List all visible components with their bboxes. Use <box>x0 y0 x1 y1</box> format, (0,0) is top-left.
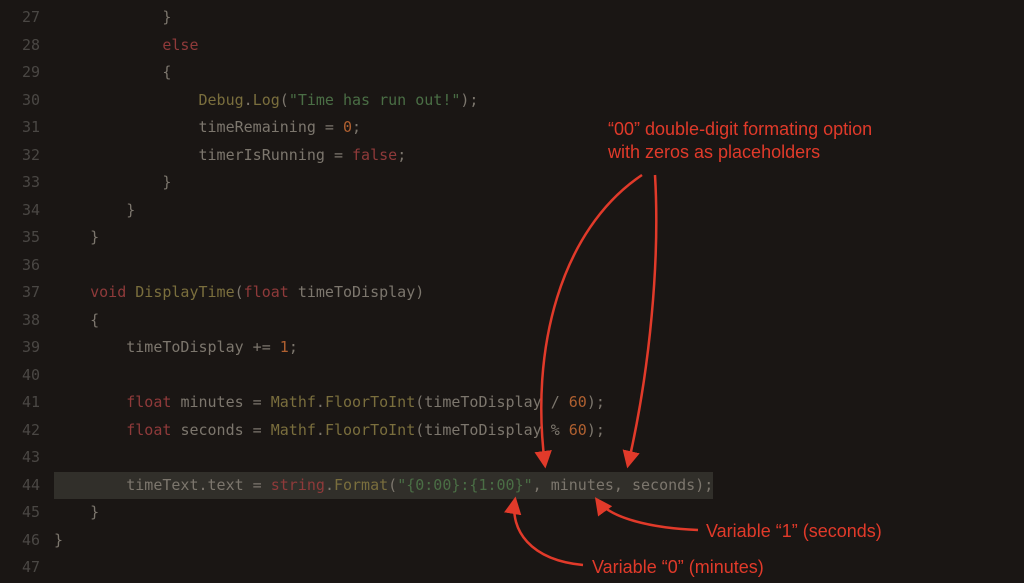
line-number: 46 <box>0 527 40 555</box>
code-line: timeRemaining = 0; <box>54 114 1024 142</box>
code-line: float minutes = Mathf.FloorToInt(timeToD… <box>54 389 1024 417</box>
code-line: void DisplayTime(float timeToDisplay) <box>54 279 1024 307</box>
code-line <box>54 362 1024 390</box>
code-content[interactable]: } else { Debug.Log("Time has run out!");… <box>54 0 1024 583</box>
code-line: timeToDisplay += 1; <box>54 334 1024 362</box>
code-line: float seconds = Mathf.FloorToInt(timeToD… <box>54 417 1024 445</box>
code-line <box>54 252 1024 280</box>
code-line: Debug.Log("Time has run out!"); <box>54 87 1024 115</box>
code-editor: 27 28 29 30 31 32 33 34 35 36 37 38 39 4… <box>0 0 1024 583</box>
line-number: 38 <box>0 307 40 335</box>
line-number: 42 <box>0 417 40 445</box>
line-number: 29 <box>0 59 40 87</box>
code-line: } <box>54 499 1024 527</box>
line-number: 37 <box>0 279 40 307</box>
code-line: { <box>54 307 1024 335</box>
code-line <box>54 554 1024 582</box>
code-line: } <box>54 169 1024 197</box>
line-number: 28 <box>0 32 40 60</box>
code-line-highlighted: timeText.text = string.Format("{0:00}:{1… <box>54 472 713 500</box>
line-number: 36 <box>0 252 40 280</box>
line-number: 31 <box>0 114 40 142</box>
line-number: 43 <box>0 444 40 472</box>
line-number: 35 <box>0 224 40 252</box>
line-number: 39 <box>0 334 40 362</box>
line-number: 41 <box>0 389 40 417</box>
line-number: 32 <box>0 142 40 170</box>
code-line: { <box>54 59 1024 87</box>
line-number: 44 <box>0 472 40 500</box>
line-number: 33 <box>0 169 40 197</box>
code-line <box>54 444 1024 472</box>
line-number-gutter: 27 28 29 30 31 32 33 34 35 36 37 38 39 4… <box>0 0 54 583</box>
line-number: 45 <box>0 499 40 527</box>
line-number: 30 <box>0 87 40 115</box>
line-number: 34 <box>0 197 40 225</box>
line-number: 27 <box>0 4 40 32</box>
code-line: } <box>54 224 1024 252</box>
code-line: } <box>54 527 1024 555</box>
line-number: 40 <box>0 362 40 390</box>
line-number: 47 <box>0 554 40 582</box>
code-line: timerIsRunning = false; <box>54 142 1024 170</box>
code-line: } <box>54 4 1024 32</box>
code-line: else <box>54 32 1024 60</box>
code-line: } <box>54 197 1024 225</box>
